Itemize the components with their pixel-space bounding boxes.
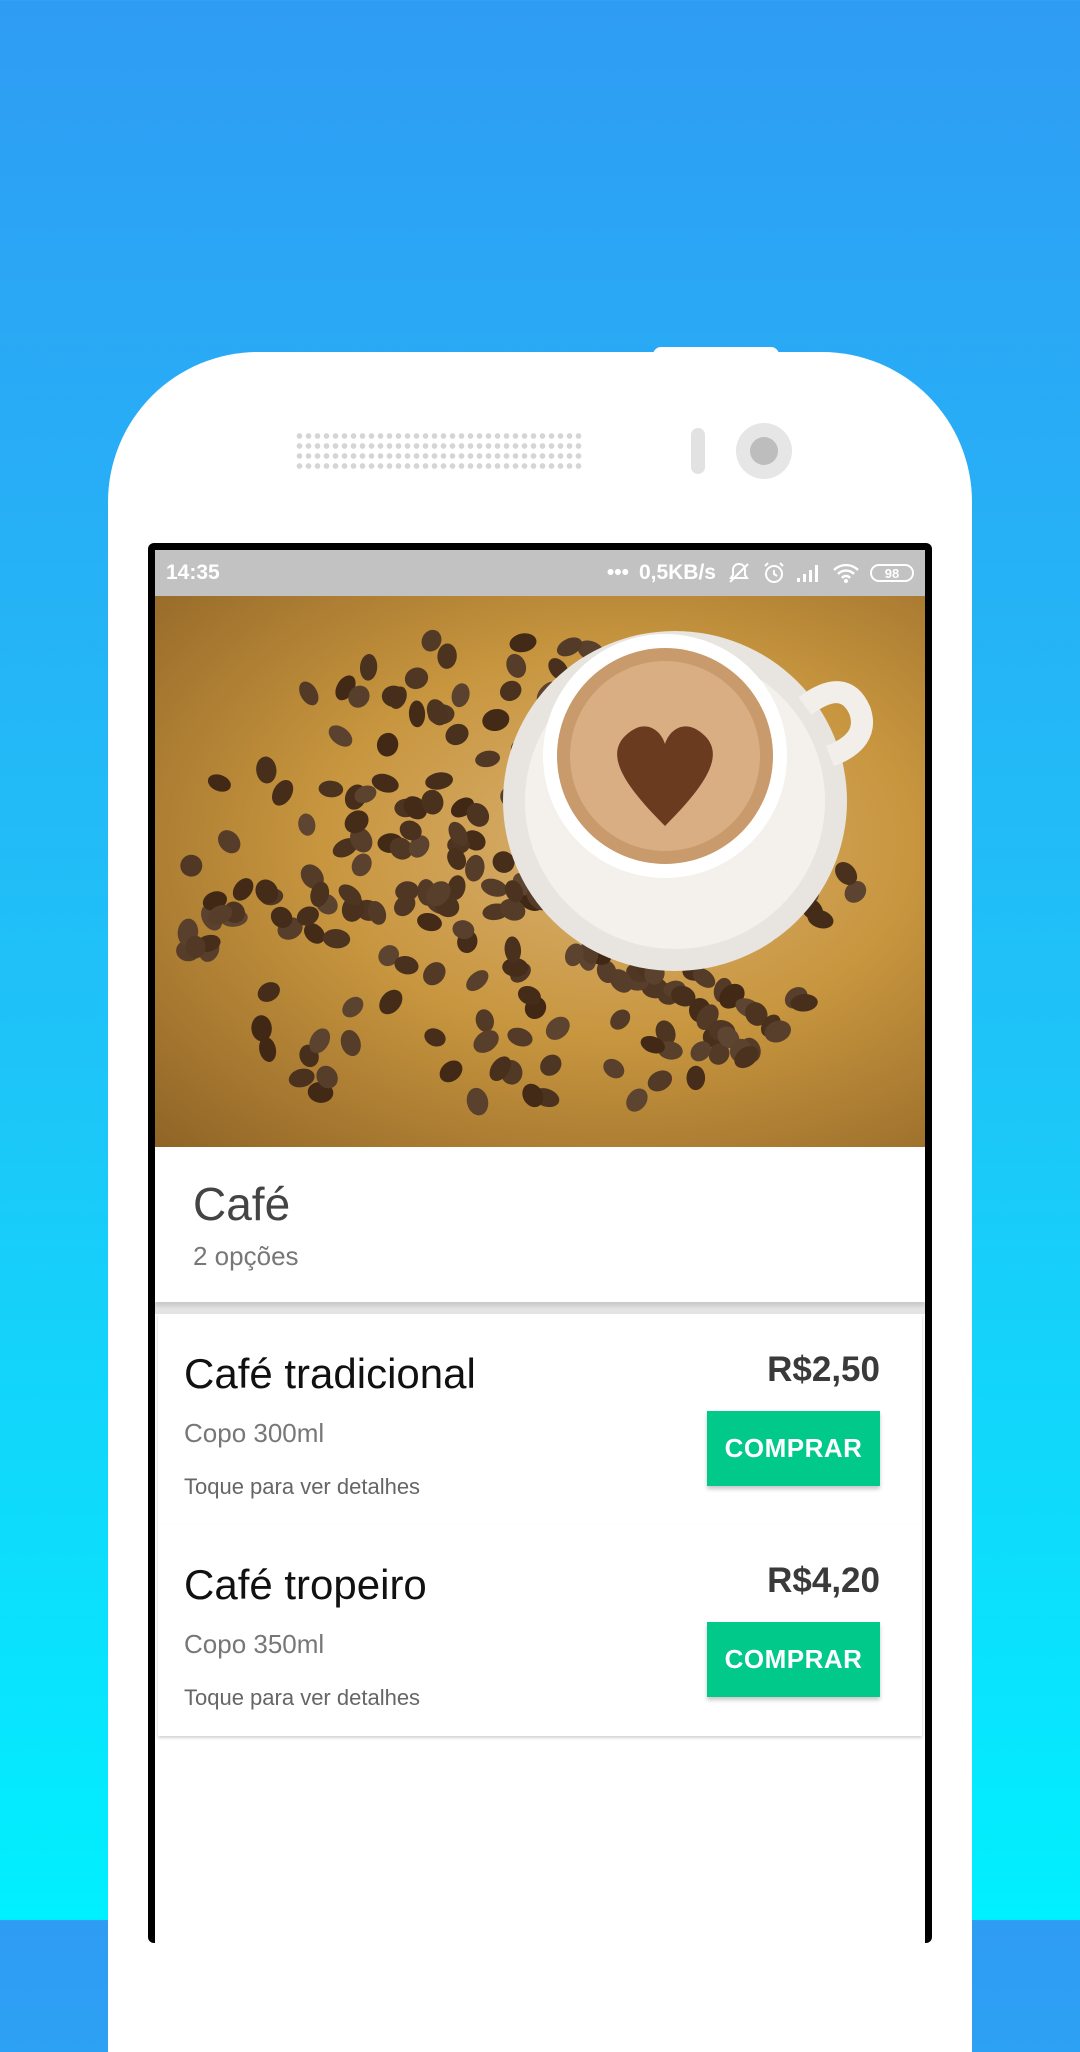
coffee-bean (351, 853, 372, 877)
coffee-bean (626, 1088, 648, 1112)
coffee-bean (417, 913, 442, 932)
coffee-bean (647, 1070, 673, 1092)
coffee-bean (465, 854, 485, 882)
coffee-bean (466, 1087, 489, 1116)
product-card[interactable]: Café tropeiro Copo 350ml Toque para ver … (158, 1525, 922, 1736)
product-details-hint: Toque para ver detalhes (184, 1685, 421, 1710)
product-details-hint: Toque para ver detalhes (184, 1474, 421, 1499)
battery-icon: 98 (870, 564, 914, 582)
coffee-bean (379, 989, 403, 1015)
product-description: Copo 300ml (184, 1418, 325, 1448)
alarm-icon (762, 561, 786, 585)
coffee-bean (256, 756, 277, 784)
hero-image (155, 596, 925, 1147)
coffee-bean (218, 830, 241, 854)
coffee-bean (437, 643, 457, 669)
coffee-bean (425, 772, 453, 790)
coffee-bean (475, 750, 500, 768)
coffee-bean (322, 929, 351, 949)
coffee-bean (475, 1009, 494, 1032)
coffee-bean (445, 723, 469, 746)
coffee-bean (439, 1060, 463, 1083)
coffee-bean (603, 1058, 625, 1079)
coffee-bean (408, 700, 426, 728)
coffee-bean (342, 996, 364, 1018)
coffee-bean (180, 854, 203, 877)
coffee-bean (481, 878, 508, 897)
coffee-bean (507, 1027, 533, 1047)
product-card[interactable]: Café tradicional Copo 300ml Toque para v… (158, 1314, 922, 1525)
buy-button[interactable]: COMPRAR (707, 1622, 880, 1697)
coffee-bean (251, 1015, 272, 1042)
coffee-bean (545, 1016, 570, 1040)
coffee-bean (423, 962, 446, 986)
product-list: Café tradicional Copo 300ml Toque para v… (155, 1314, 925, 1736)
coffee-bean (686, 1065, 706, 1091)
coffee-bean (232, 878, 254, 901)
product-price: R$2,50 (767, 1350, 880, 1389)
coffee-bean (359, 654, 378, 681)
coffee-bean (340, 1029, 361, 1057)
coffee-bean (540, 1054, 562, 1076)
coffee-bean (610, 1009, 631, 1030)
coffee-bean (257, 982, 280, 1002)
product-name: Café tropeiro (184, 1561, 427, 1608)
coffee-bean (404, 667, 429, 690)
coffee-bean (424, 1028, 446, 1047)
wifi-icon (832, 562, 860, 584)
coffee-bean (318, 780, 344, 798)
coffee-illustration (176, 629, 873, 1116)
phone-sensor (691, 428, 705, 474)
coffee-bean (556, 637, 583, 657)
phone-screen: 14:35 ••• 0,5KB/s 98 Café 2 opções Café … (148, 543, 932, 1943)
coffee-bean (426, 699, 448, 726)
section-divider (155, 1302, 925, 1314)
coffee-bean (451, 683, 470, 708)
battery-level: 98 (870, 564, 914, 582)
coffee-bean (299, 681, 319, 706)
notification-dots: ••• (606, 561, 629, 584)
status-bar: 14:35 ••• 0,5KB/s 98 (155, 550, 925, 596)
coffee-bean (522, 1083, 544, 1108)
product-price: R$4,20 (767, 1561, 880, 1600)
coffee-bean (207, 774, 231, 792)
coffee-bean (466, 970, 489, 992)
category-title: Café (193, 1178, 291, 1230)
category-option-count: 2 opções (193, 1241, 299, 1271)
coffee-bean (376, 732, 399, 757)
coffee-bean (328, 725, 353, 747)
coffee-bean (506, 653, 527, 678)
phone-speaker (295, 431, 583, 471)
phone-camera (736, 423, 792, 479)
buy-button[interactable]: COMPRAR (707, 1411, 880, 1486)
app-screen: 14:35 ••• 0,5KB/s 98 Café 2 opções Café … (155, 550, 925, 1943)
status-time: 14:35 (166, 561, 220, 584)
signal-icon (796, 563, 822, 583)
product-description: Copo 350ml (184, 1629, 325, 1659)
product-name: Café tradicional (184, 1350, 476, 1397)
coffee-bean (482, 708, 510, 732)
coffee-bean (499, 680, 522, 702)
network-speed: 0,5KB/s (638, 561, 716, 584)
category-header: Café 2 opções (155, 1147, 925, 1302)
mute-icon (726, 561, 752, 585)
coffee-bean (298, 813, 316, 836)
coffee-bean (509, 633, 537, 653)
